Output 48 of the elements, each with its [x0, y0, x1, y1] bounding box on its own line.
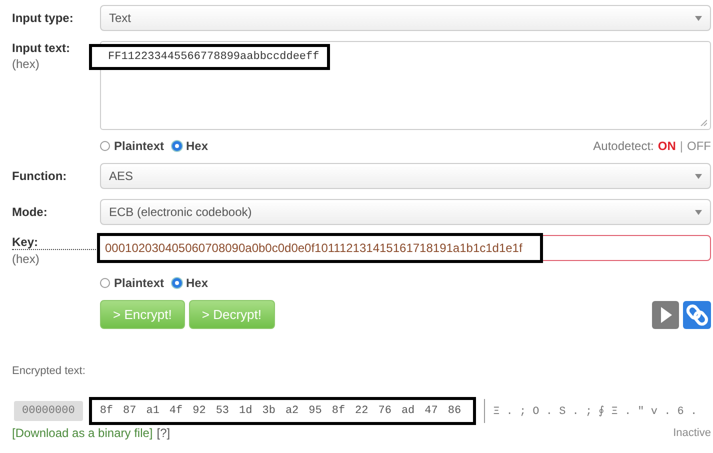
- hex-byte: 8f: [332, 405, 346, 417]
- caret-icon: [695, 210, 702, 214]
- field-label: Function:: [12, 169, 68, 183]
- key-value: 000102030405060708090a0b0c0d0e0f101112131415161718191a1b1c1d1e1f: [97, 233, 544, 263]
- hex-byte: 53: [216, 405, 230, 417]
- field-label: Input type:: [12, 11, 74, 25]
- field-label: Input text:: [12, 41, 71, 55]
- hex-byte: 95: [308, 405, 322, 417]
- format-radio[interactable]: Hex: [172, 139, 208, 153]
- hex-byte: 47: [424, 405, 438, 417]
- format-radio[interactable]: Plaintext: [100, 276, 164, 290]
- field-sublabel: (hex): [12, 252, 40, 266]
- status-text: Inactive: [673, 427, 711, 439]
- hex-byte: 87: [123, 405, 136, 417]
- autodetect-option[interactable]: OFF: [687, 139, 711, 153]
- hex-byte: 86: [448, 405, 462, 417]
- format-radio[interactable]: Plaintext: [100, 139, 164, 153]
- ascii-text: Ξ . ; O . S . ; ∮ Ξ . " v . 6 .: [493, 404, 698, 418]
- link-icon[interactable]: [683, 300, 711, 328]
- output-label: Encrypted text:: [12, 365, 86, 377]
- hex-byte: ad: [401, 405, 415, 417]
- autodetect-option[interactable]: ON: [658, 139, 676, 153]
- hex-byte: 92: [192, 405, 206, 417]
- play-icon[interactable]: [652, 300, 679, 328]
- resize-grip-icon: [700, 119, 707, 126]
- mode-select[interactable]: ECB (electronic codebook): [100, 199, 711, 225]
- hex-byte: 22: [355, 405, 368, 417]
- separator: |: [680, 139, 683, 153]
- field-label: Mode:: [12, 205, 48, 219]
- hex-byte: a2: [285, 405, 299, 417]
- hex-byte: 1d: [239, 405, 252, 417]
- field-sublabel: (hex): [12, 57, 40, 71]
- input-type-select[interactable]: Text: [100, 5, 711, 31]
- hex-byte: a1: [146, 405, 160, 417]
- download-link[interactable]: [Download as a binary file]: [12, 426, 153, 440]
- key-field[interactable]: 000102030405060708090a0b0c0d0e0f101112131415161718191a1b1c1d1e1f: [100, 235, 711, 261]
- hex-byte: 4f: [169, 405, 183, 417]
- help-link[interactable]: [?]: [156, 426, 170, 440]
- input-text-value: FF112233445566778899aabbccddeeff: [89, 44, 330, 70]
- function-select[interactable]: AES: [100, 163, 711, 189]
- caret-icon: [695, 174, 702, 178]
- hex-offset: 00000000: [14, 401, 83, 421]
- hex-byte: 8f: [100, 405, 114, 417]
- hex-byte: 76: [378, 405, 392, 417]
- hex-byte: 3b: [262, 405, 276, 417]
- autodetect-label: Autodetect:: [593, 139, 654, 153]
- format-radio[interactable]: Hex: [172, 276, 208, 290]
- caret-icon: [695, 16, 702, 20]
